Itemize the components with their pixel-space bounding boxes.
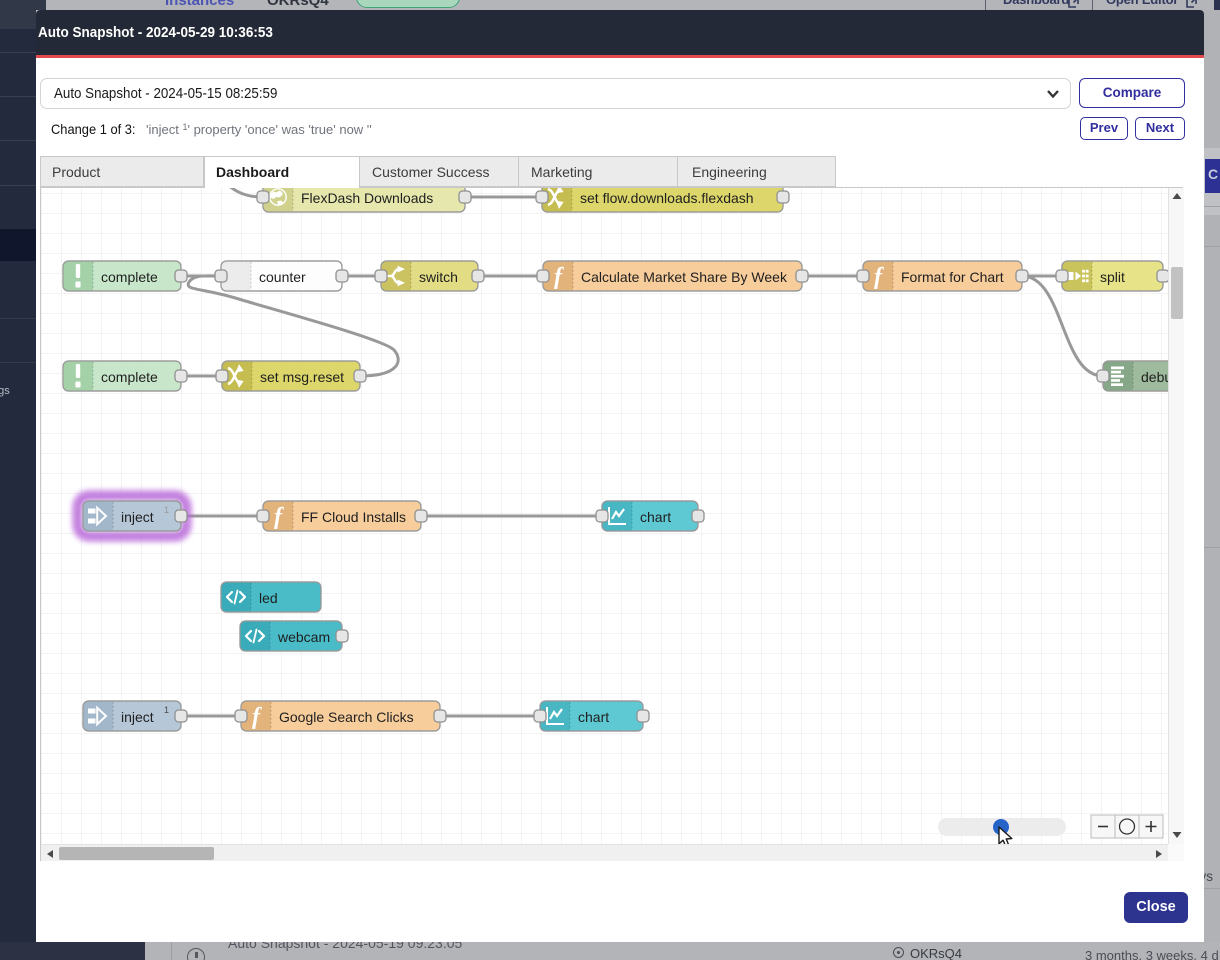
svg-text:Calculate Market Share By Week: Calculate Market Share By Week [581, 269, 788, 285]
svg-text:counter: counter [259, 269, 306, 285]
svg-text:set msg.reset: set msg.reset [260, 369, 344, 385]
svg-text:complete: complete [101, 269, 158, 285]
svg-text:chart: chart [578, 709, 609, 725]
svg-text:chart: chart [640, 509, 671, 525]
svg-text:led: led [259, 590, 278, 606]
svg-text:complete: complete [101, 369, 158, 385]
svg-text:inject: inject [121, 509, 154, 525]
svg-text:FF Cloud Installs: FF Cloud Installs [301, 509, 406, 525]
svg-text:set flow.downloads.flexdash: set flow.downloads.flexdash [580, 190, 754, 206]
svg-text:inject: inject [121, 709, 154, 725]
svg-text:split: split [1100, 269, 1125, 285]
svg-text:FlexDash Downloads: FlexDash Downloads [301, 190, 433, 206]
svg-text:Google Search Clicks: Google Search Clicks [279, 709, 414, 725]
svg-text:1: 1 [164, 705, 169, 715]
svg-text:switch: switch [419, 269, 458, 285]
svg-text:debug: debug [1141, 369, 1168, 385]
svg-text:1: 1 [164, 505, 169, 515]
svg-text:webcam: webcam [277, 629, 330, 645]
svg-text:Format for Chart: Format for Chart [901, 269, 1004, 285]
